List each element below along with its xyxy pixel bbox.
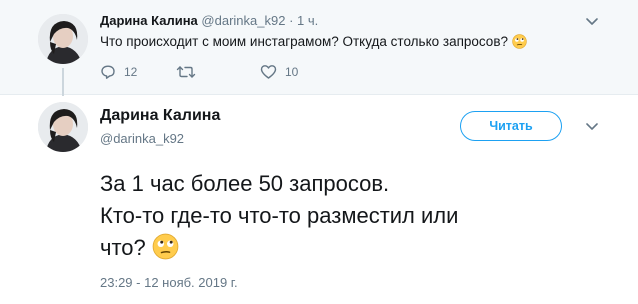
parent-author-avatar[interactable] [38, 14, 88, 64]
parent-separator: · [289, 13, 294, 28]
like-action[interactable]: 10 [260, 64, 298, 80]
face-with-rolling-eyes-icon [512, 34, 527, 50]
chevron-down-icon[interactable] [585, 122, 599, 132]
parent-author-name[interactable]: Дарина Калина [100, 13, 198, 28]
main-tweet-text: За 1 час более 50 запросов. Кто-то где-т… [100, 168, 540, 265]
main-author-handle[interactable]: @darinka_k92 [100, 131, 184, 146]
parent-author-handle[interactable]: @darinka_k92 [201, 13, 285, 28]
main-author-avatar[interactable] [38, 102, 88, 152]
thread-connector-line [62, 68, 64, 96]
main-author-name[interactable]: Дарина Калина [100, 107, 220, 125]
retweet-action[interactable] [176, 64, 204, 80]
like-count: 10 [285, 65, 299, 79]
follow-button[interactable]: Читать [460, 111, 562, 141]
reply-count: 12 [124, 65, 138, 79]
main-tweet-line-2: Кто-то где-то что-то разместил или [100, 203, 459, 228]
parent-tweet-text-row: Что происходит с моим инстаграмом? Откуд… [100, 34, 527, 50]
parent-time-ago[interactable]: 1 ч. [297, 13, 318, 28]
main-tweet-line-3-row: что? [100, 232, 540, 265]
parent-tweet-text: Что происходит с моим инстаграмом? Откуд… [100, 34, 508, 49]
reply-icon [101, 65, 115, 79]
parent-author-line: Дарина Калина @darinka_k92 · 1 ч. [100, 13, 318, 28]
parent-tweet[interactable]: Дарина Калина @darinka_k92 · 1 ч. Что пр… [0, 0, 638, 96]
tweet-timestamp[interactable]: 23:29 - 12 нояб. 2019 г. [100, 275, 238, 290]
main-tweet-line-3: что? [100, 235, 146, 260]
reply-action[interactable]: 12 [100, 64, 137, 80]
face-with-rolling-eyes-icon [152, 233, 179, 265]
retweet-icon [176, 66, 196, 78]
heart-icon [260, 65, 277, 79]
main-tweet-line-1: За 1 час более 50 запросов. [100, 171, 390, 196]
chevron-down-icon[interactable] [585, 17, 599, 27]
